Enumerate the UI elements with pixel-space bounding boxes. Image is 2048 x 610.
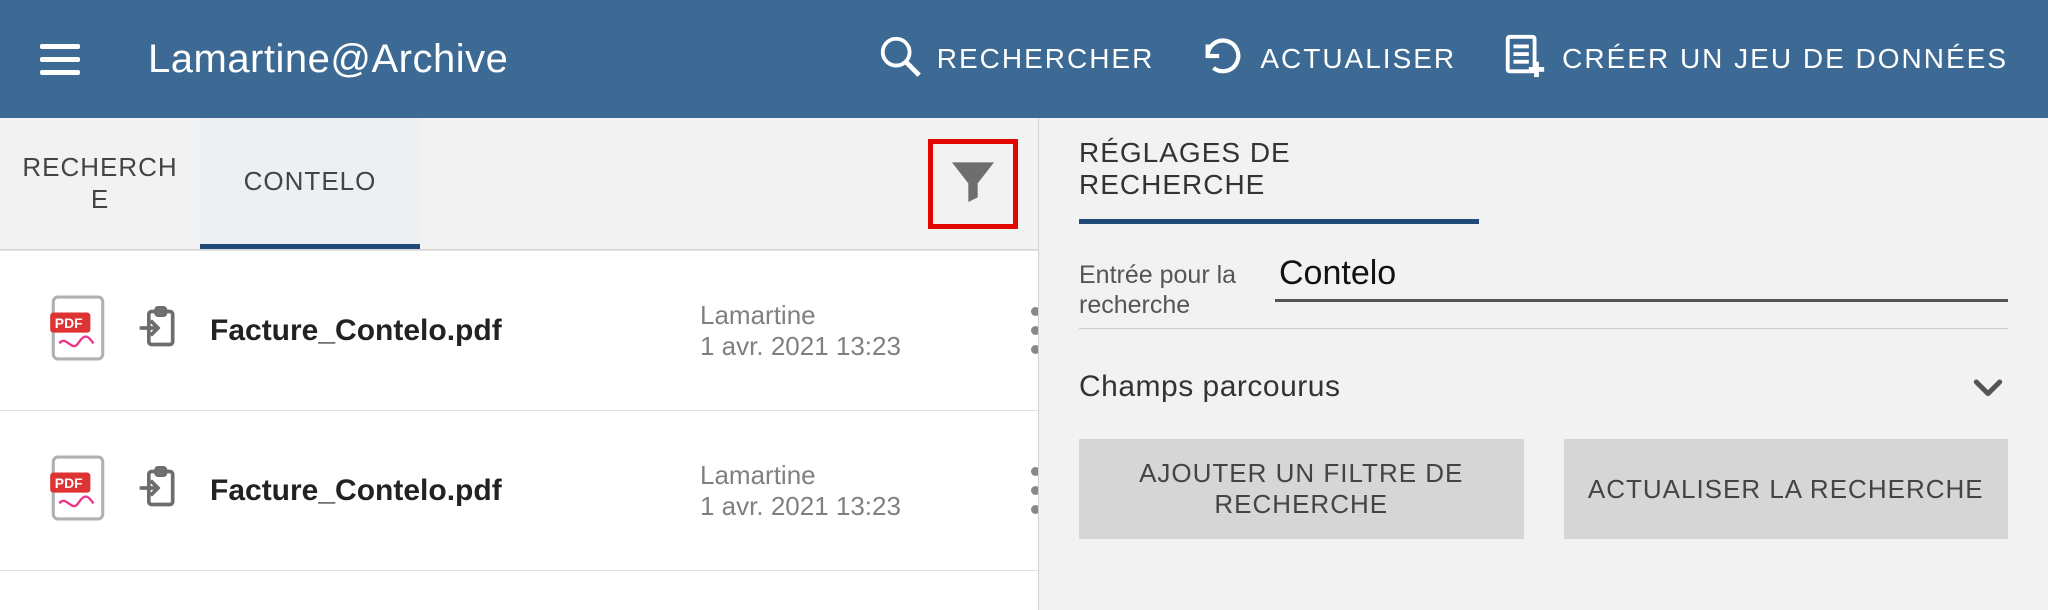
filter-button[interactable] [928, 139, 1018, 229]
search-entry-input[interactable] [1275, 252, 2008, 302]
tab-contelo[interactable]: CONTELO [200, 118, 420, 249]
menu-icon[interactable] [40, 35, 88, 83]
add-filter-label: AJOUTER UN FILTRE DE RECHERCHE [1089, 458, 1514, 520]
refresh-search-button[interactable]: ACTUALISER LA RECHERCHE [1564, 439, 2009, 539]
create-dataset-label: CRÉER UN JEU DE DONNÉES [1562, 43, 2008, 75]
file-meta: Lamartine 1 avr. 2021 13:23 [700, 460, 960, 522]
refresh-label: ACTUALISER [1260, 43, 1456, 75]
file-date: 1 avr. 2021 13:23 [700, 491, 960, 522]
search-icon [877, 33, 923, 86]
refresh-search-label: ACTUALISER LA RECHERCHE [1588, 474, 1984, 505]
import-icon [136, 306, 180, 355]
search-action[interactable]: RECHERCHER [877, 33, 1155, 86]
tab-contelo-label: CONTELO [244, 166, 377, 197]
search-settings-title: RÉGLAGES DE RECHERCHE [1079, 118, 1479, 224]
file-name: Facture_Contelo.pdf [210, 474, 502, 508]
file-name: Facture_Contelo.pdf [210, 314, 502, 348]
search-settings-panel: RÉGLAGES DE RECHERCHE Entrée pour la rec… [1038, 118, 2048, 610]
search-entry-label: Entrée pour la recherche [1079, 252, 1249, 320]
filter-icon [945, 153, 1001, 214]
refresh-icon [1200, 33, 1246, 86]
refresh-action[interactable]: ACTUALISER [1200, 33, 1456, 86]
champs-label: Champs parcourus [1079, 370, 1340, 404]
file-meta: Lamartine 1 avr. 2021 13:23 [700, 300, 960, 362]
import-icon [136, 466, 180, 515]
chevron-down-icon [1968, 367, 2008, 407]
search-label: RECHERCHER [937, 43, 1155, 75]
tab-recherche-label: RECHERCHE [20, 152, 180, 214]
svg-text:PDF: PDF [55, 475, 83, 491]
app-header: Lamartine@Archive RECHERCHER ACTUALISER [0, 0, 2048, 118]
file-date: 1 avr. 2021 13:23 [700, 331, 960, 362]
file-author: Lamartine [700, 300, 960, 331]
create-dataset-icon [1502, 33, 1548, 86]
pdf-icon: PDF [50, 454, 106, 527]
add-filter-button[interactable]: AJOUTER UN FILTRE DE RECHERCHE [1079, 439, 1524, 539]
panel-button-row: AJOUTER UN FILTRE DE RECHERCHE ACTUALISE… [1079, 407, 2008, 539]
file-author: Lamartine [700, 460, 960, 491]
svg-text:PDF: PDF [55, 315, 83, 331]
app-title: Lamartine@Archive [148, 37, 508, 82]
search-entry-row: Entrée pour la recherche [1079, 224, 2008, 329]
header-actions: RECHERCHER ACTUALISER CRÉER UN JEU DE DO… [877, 33, 2008, 86]
champs-parcourus-row[interactable]: Champs parcourus [1079, 329, 2008, 407]
create-dataset-action[interactable]: CRÉER UN JEU DE DONNÉES [1502, 33, 2008, 86]
tab-recherche[interactable]: RECHERCHE [0, 118, 200, 249]
pdf-icon: PDF [50, 294, 106, 367]
